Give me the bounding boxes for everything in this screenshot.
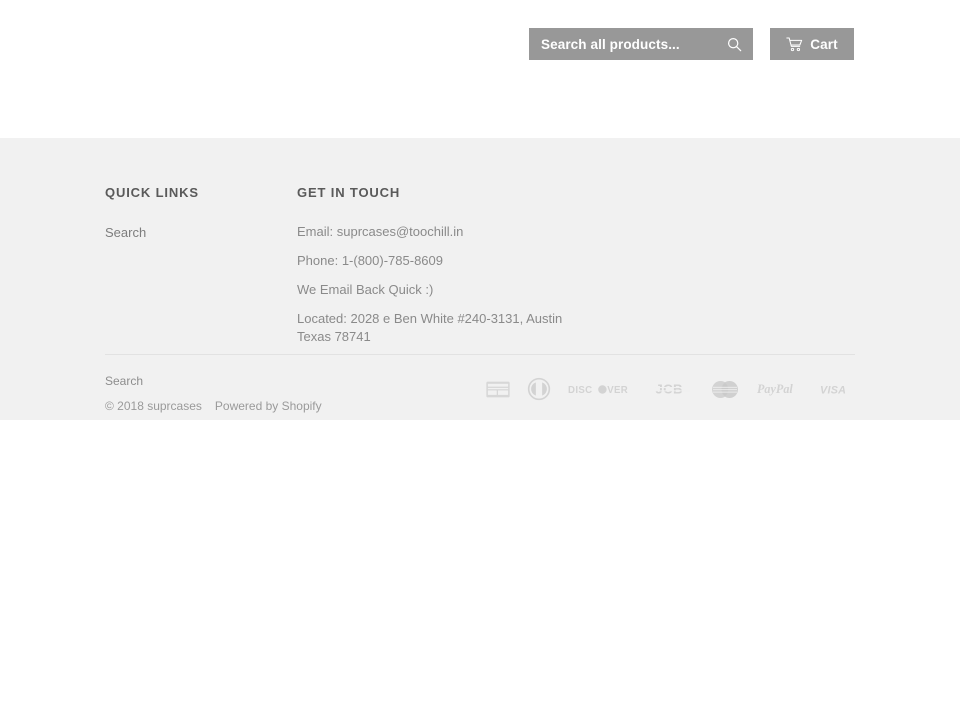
footer-column-get-in-touch: GET IN TOUCH Email: suprcases@toochill.i… (297, 185, 597, 346)
footer-link-search[interactable]: Search (105, 223, 297, 243)
site-header: Cart (0, 0, 960, 138)
discover-icon: DISC VER (568, 382, 638, 402)
diners-club-icon (527, 377, 551, 406)
svg-text:PayPal: PayPal (757, 382, 793, 396)
search-icon (727, 37, 742, 52)
page-root: Cart QUICK LINKS Search GET IN TOUCH Ema… (0, 0, 960, 720)
copyright-row: © 2018 suprcases Powered by Shopify (105, 398, 322, 415)
footer-bottom-bar: Search © 2018 suprcases Powered by Shopif… (105, 354, 855, 415)
american-express-icon (486, 381, 510, 403)
footer-columns: QUICK LINKS Search GET IN TOUCH Email: s… (105, 185, 855, 346)
quick-links-heading: QUICK LINKS (105, 185, 199, 200)
cart-label: Cart (810, 36, 838, 52)
contact-email-line: Email: suprcases@toochill.in (297, 223, 464, 239)
search-submit-button[interactable] (719, 28, 749, 60)
contact-phone-line: Phone: 1-(800)-785-8609 (297, 252, 443, 268)
svg-text:JCB: JCB (655, 382, 683, 397)
svg-text:VER: VER (607, 384, 628, 395)
payment-icons-list: DISC VER JCB PayPal VISA (486, 373, 855, 406)
header-tools: Cart (529, 28, 854, 60)
powered-by-shopify-link[interactable]: Powered by Shopify (215, 399, 322, 413)
svg-text:VISA: VISA (820, 384, 846, 396)
shopping-cart-icon (786, 36, 803, 52)
contact-response-line: We Email Back Quick :) (297, 281, 434, 297)
contact-address-line: Located: 2028 e Ben White #240-3131, Aus… (297, 310, 563, 344)
footer-column-quick-links: QUICK LINKS Search (105, 185, 297, 346)
visa-icon: VISA (820, 382, 855, 402)
cart-button[interactable]: Cart (770, 28, 854, 60)
footer-inner: QUICK LINKS Search GET IN TOUCH Email: s… (105, 138, 855, 413)
site-footer: QUICK LINKS Search GET IN TOUCH Email: s… (0, 138, 960, 420)
search-form[interactable] (529, 28, 753, 60)
footer-bottom-left: Search © 2018 suprcases Powered by Shopif… (105, 373, 322, 415)
svg-text:DISC: DISC (568, 384, 592, 395)
copyright-text: © 2018 suprcases (105, 398, 202, 413)
jcb-icon: JCB (655, 381, 693, 402)
get-in-touch-heading: GET IN TOUCH (297, 185, 401, 200)
footer-bottom-link-search[interactable]: Search (105, 373, 322, 390)
mastercard-icon (710, 380, 740, 404)
paypal-icon: PayPal (757, 381, 803, 402)
